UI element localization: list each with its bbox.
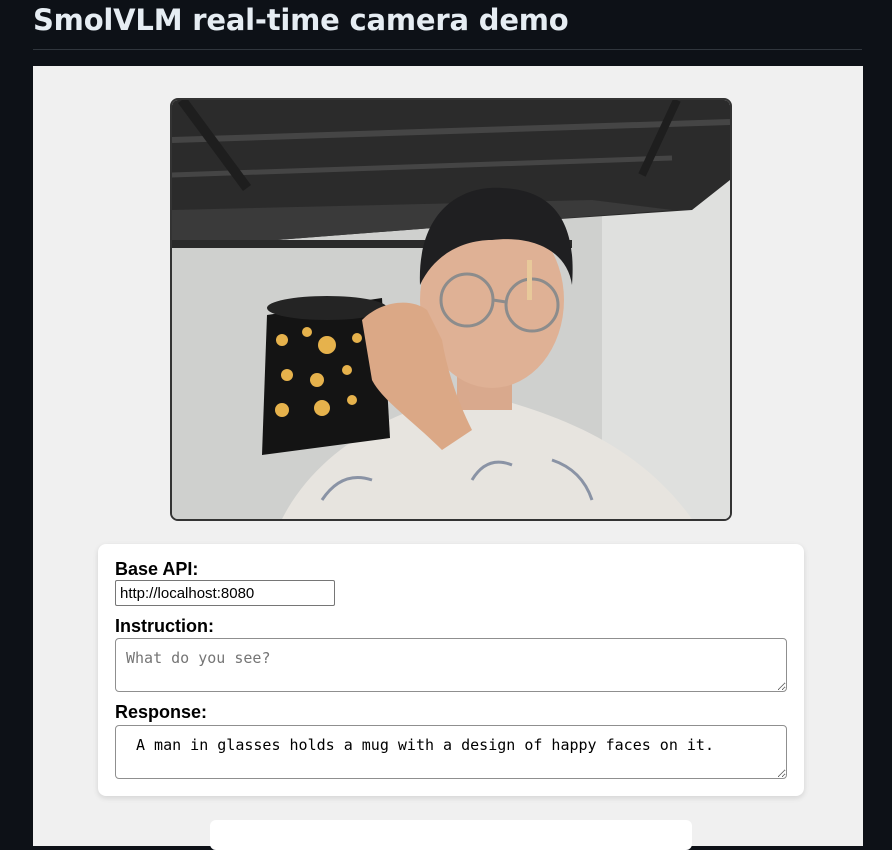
base-api-input[interactable] [115, 580, 335, 606]
response-textarea[interactable]: A man in glasses holds a mug with a desi… [115, 725, 787, 779]
page-title: SmolVLM real-time camera demo [33, 3, 569, 37]
instruction-label: Instruction: [115, 616, 214, 636]
page-header: SmolVLM real-time camera demo [33, 0, 862, 50]
response-label: Response: [115, 702, 208, 722]
instruction-textarea[interactable] [115, 638, 787, 692]
base-api-label: Base API: [115, 559, 199, 579]
start-button[interactable] [210, 820, 692, 850]
camera-video [170, 98, 732, 521]
demo-frame: Base API: Instruction: Response: A man i… [33, 66, 863, 850]
camera-feed-image [172, 100, 730, 519]
controls-panel: Base API: Instruction: Response: A man i… [98, 544, 804, 796]
